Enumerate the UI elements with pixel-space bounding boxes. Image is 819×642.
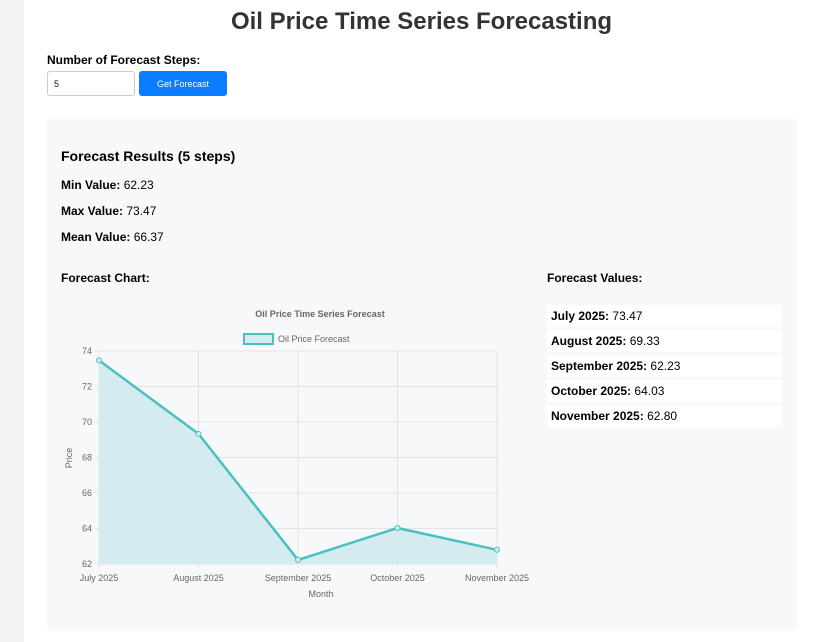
data-point (394, 524, 401, 531)
forecast-steps-label: Number of Forecast Steps: (47, 53, 201, 67)
x-tick-label: July 2025 (80, 573, 119, 583)
forecast-steps-input[interactable] (47, 71, 135, 96)
data-point (295, 556, 301, 563)
y-tick-label: 64 (82, 524, 92, 534)
y-tick-label: 74 (82, 346, 92, 356)
x-tick-label: November 2025 (465, 573, 529, 583)
x-axis-label: Month (308, 589, 333, 599)
legend-swatch (243, 333, 274, 345)
y-tick-label: 72 (82, 382, 92, 392)
y-tick-label: 70 (82, 417, 92, 427)
y-tick-label: 62 (82, 559, 92, 569)
y-tick-label: 68 (82, 453, 92, 463)
page-title: Oil Price Time Series Forecasting (230, 8, 613, 35)
x-tick-label: September 2025 (265, 573, 332, 583)
data-point (494, 546, 500, 553)
y-tick-label: 66 (82, 488, 92, 498)
data-point (195, 430, 202, 437)
x-tick-label: August 2025 (173, 573, 224, 583)
y-axis-label: Price (64, 448, 74, 469)
data-point (96, 357, 102, 364)
chart-title: Oil Price Time Series Forecast (255, 309, 384, 319)
x-tick-label: October 2025 (370, 573, 425, 583)
legend-label: Oil Price Forecast (278, 334, 350, 344)
get-forecast-button[interactable]: Get Forecast (139, 71, 227, 96)
forecast-chart: Oil Price Time Series Forecast Oil Price… (64, 309, 529, 599)
page-sheet: Oil Price Time Series Forecasting Number… (24, 0, 819, 642)
results-panel: Forecast Results (5 steps) Min Value: 62… (47, 119, 797, 631)
